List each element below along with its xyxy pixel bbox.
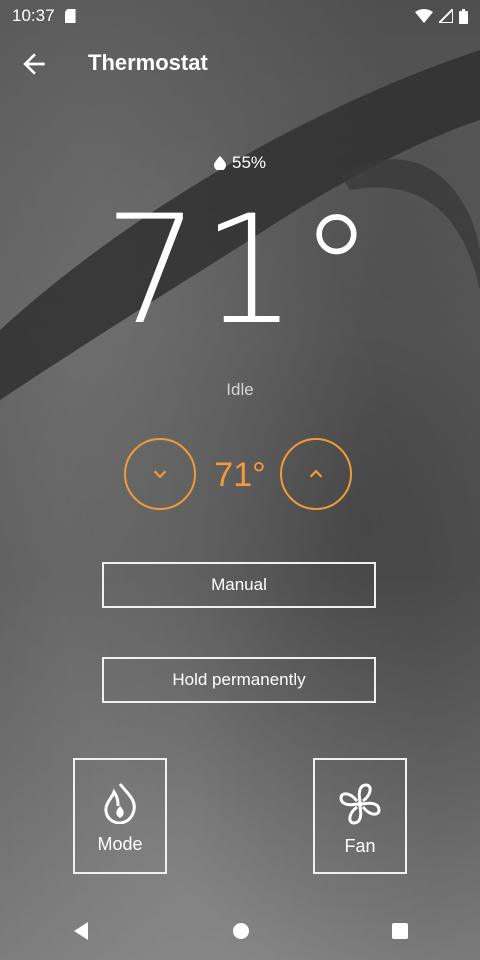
chevron-up-icon: [309, 469, 323, 478]
humidity-readout: 55%: [0, 153, 480, 173]
fan-icon: [339, 783, 381, 825]
status-bar: 10:37: [0, 0, 480, 32]
battery-icon: [459, 8, 468, 24]
nav-home-icon[interactable]: [231, 921, 251, 941]
nav-back-icon[interactable]: [70, 920, 92, 942]
status-time: 10:37: [12, 6, 55, 25]
page-title: Thermostat: [88, 50, 208, 75]
hvac-state: Idle: [226, 380, 254, 399]
mode-label: Mode: [97, 834, 143, 854]
system-nav-bar: [0, 902, 480, 960]
cellular-signal-icon: [439, 9, 453, 23]
increase-setpoint-button[interactable]: [280, 438, 352, 510]
back-arrow-icon[interactable]: [18, 48, 50, 80]
preset-button[interactable]: Manual: [102, 562, 376, 608]
current-temperature: 71°: [104, 184, 376, 358]
mode-button[interactable]: Mode: [73, 758, 167, 874]
flame-icon: [104, 783, 136, 824]
humidity-value: 55%: [231, 153, 267, 172]
fan-label: Fan: [344, 836, 376, 856]
nav-recents-icon[interactable]: [390, 921, 410, 941]
wifi-icon: [415, 9, 433, 23]
water-drop-icon: [213, 156, 226, 170]
hold-button[interactable]: Hold permanently: [102, 657, 376, 703]
setpoint-control: 71°: [0, 438, 480, 514]
setpoint-value: 71°: [214, 456, 266, 494]
app-bar: Thermostat: [0, 34, 480, 94]
fan-button[interactable]: Fan: [313, 758, 407, 874]
sd-card-icon: [64, 9, 76, 23]
